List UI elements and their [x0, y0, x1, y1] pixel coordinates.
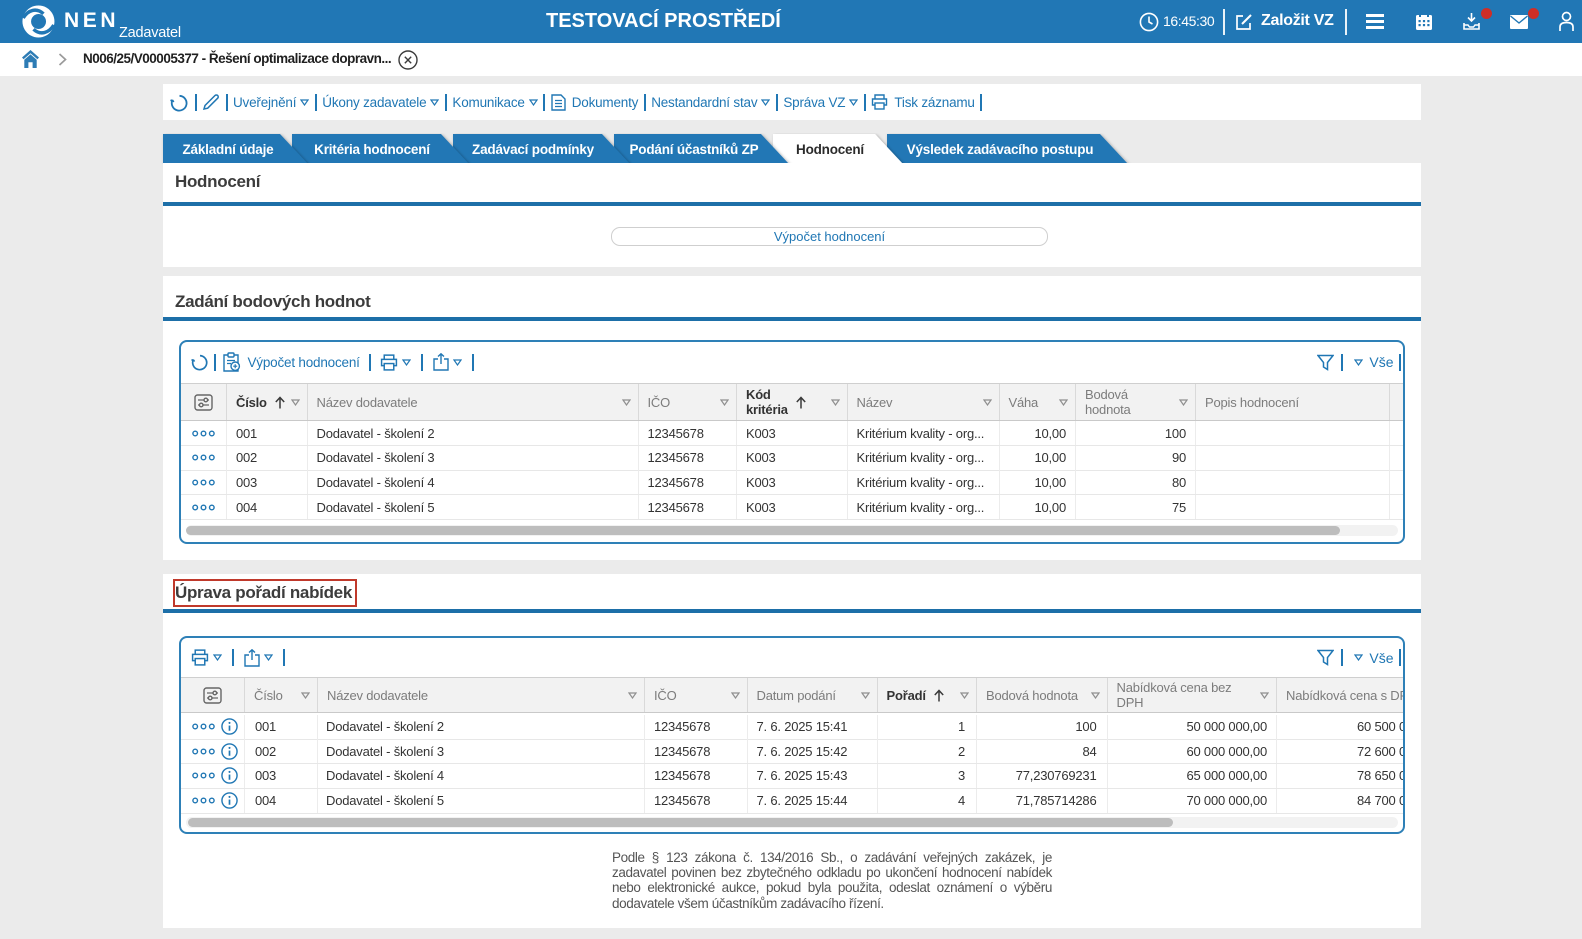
svg-text:Hodnocení: Hodnocení [796, 142, 865, 157]
svg-text:Kritéria hodnocení: Kritéria hodnocení [314, 142, 431, 157]
svg-text:Podání účastníků ZP: Podání účastníků ZP [630, 142, 759, 157]
svg-text:Zadávací podmínky: Zadávací podmínky [472, 142, 595, 157]
svg-text:Základní údaje: Základní údaje [183, 142, 275, 157]
svg-text:Výsledek zadávacího postupu: Výsledek zadávacího postupu [907, 142, 1094, 157]
